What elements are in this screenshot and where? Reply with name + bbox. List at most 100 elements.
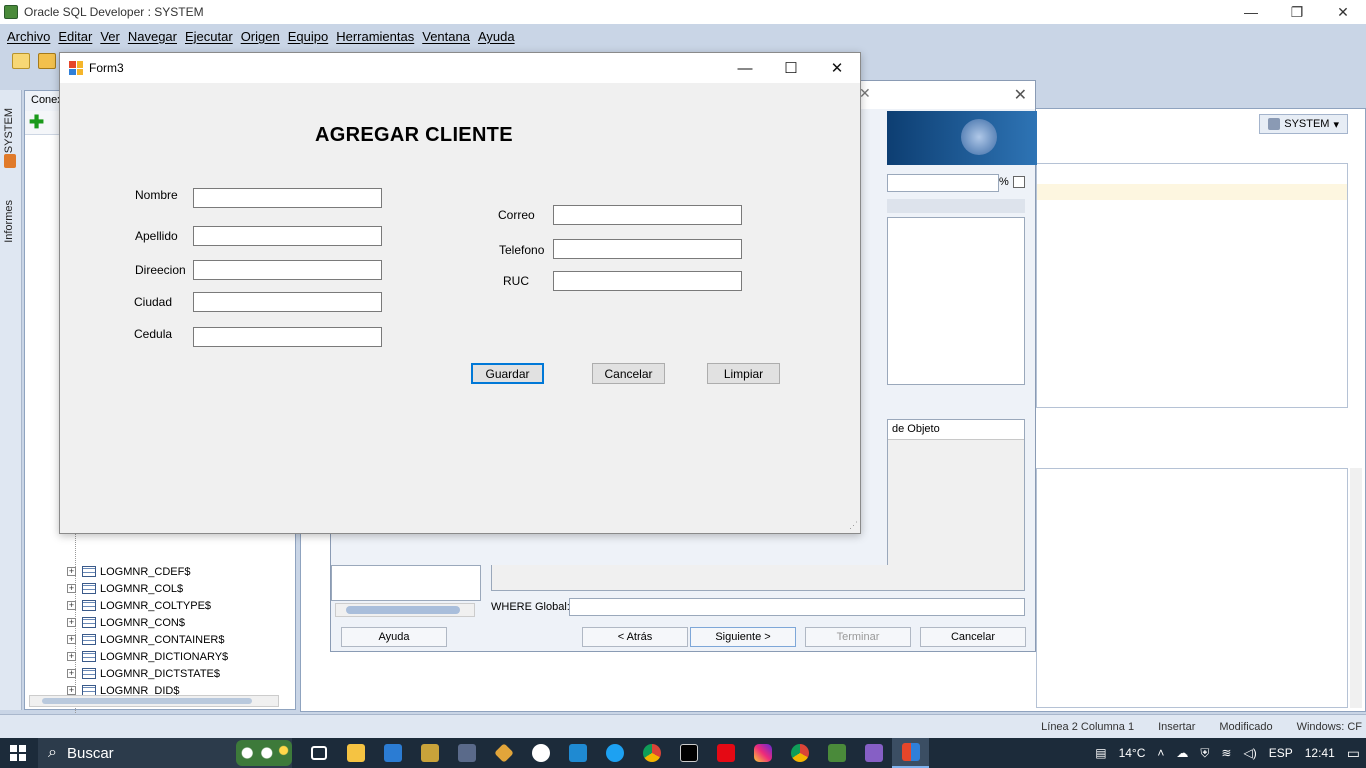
- cedula-input[interactable]: [193, 327, 382, 347]
- cancel-button[interactable]: Cancelar: [592, 363, 665, 384]
- task-view-icon[interactable]: [300, 738, 337, 768]
- clear-button[interactable]: Limpiar: [707, 363, 780, 384]
- help-button[interactable]: Ayuda: [341, 627, 447, 647]
- ruc-input[interactable]: [553, 271, 742, 291]
- tree-item[interactable]: + LOGMNR_CDEF$: [25, 563, 285, 580]
- schema-hscrollbar[interactable]: [335, 603, 475, 617]
- clock[interactable]: 12:41: [1305, 746, 1335, 760]
- expand-icon[interactable]: +: [67, 584, 76, 593]
- filter-input[interactable]: [887, 174, 999, 192]
- close-icon[interactable]: ✕: [1320, 0, 1366, 24]
- apellido-input[interactable]: [193, 226, 382, 246]
- menu-origen[interactable]: Origen: [241, 29, 280, 44]
- filter-checkbox[interactable]: [1013, 176, 1025, 188]
- menu-ejecutar[interactable]: Ejecutar: [185, 29, 233, 44]
- whatsapp-icon[interactable]: [522, 738, 559, 768]
- language-indicator[interactable]: ESP: [1269, 746, 1293, 760]
- add-connection-icon[interactable]: ✚: [29, 113, 45, 131]
- scroll-thumb[interactable]: [346, 606, 460, 614]
- close-icon[interactable]: ✕: [814, 53, 860, 83]
- news-icon[interactable]: ▤: [1095, 746, 1106, 760]
- tree-item[interactable]: + LOGMNR_CON$: [25, 614, 285, 631]
- mail-icon[interactable]: [374, 738, 411, 768]
- tree-item[interactable]: + LOGMNR_CONTAINER$: [25, 631, 285, 648]
- menu-navegar[interactable]: Navegar: [128, 29, 177, 44]
- worksheet-panel[interactable]: [1036, 163, 1348, 408]
- netflix-icon[interactable]: [707, 738, 744, 768]
- ciudad-input[interactable]: [193, 292, 382, 312]
- schema-list[interactable]: [331, 565, 481, 601]
- menu-archivo[interactable]: Archivo: [7, 29, 50, 44]
- wizard-close-icon[interactable]: ✕: [1014, 85, 1027, 105]
- minimize-icon[interactable]: —: [1228, 0, 1274, 24]
- tab-system[interactable]: SYSTEM: [3, 108, 19, 153]
- temperature[interactable]: 14°C: [1119, 746, 1146, 760]
- table-icon: [82, 651, 96, 662]
- remote-desktop-icon[interactable]: [448, 738, 485, 768]
- minimize-icon[interactable]: —: [722, 53, 768, 83]
- start-button[interactable]: [0, 738, 36, 768]
- expand-icon[interactable]: +: [67, 686, 76, 695]
- shield-icon[interactable]: ⛨: [1200, 746, 1209, 761]
- open-folder-icon[interactable]: [38, 53, 56, 69]
- menu-equipo[interactable]: Equipo: [288, 29, 328, 44]
- tree-item[interactable]: + LOGMNR_DICTSTATE$: [25, 665, 285, 682]
- new-file-icon[interactable]: [12, 53, 30, 69]
- tree-item[interactable]: + LOGMNR_COLTYPE$: [25, 597, 285, 614]
- direccion-input[interactable]: [193, 260, 382, 280]
- wizard-cancel-button[interactable]: Cancelar: [920, 627, 1026, 647]
- expand-icon[interactable]: +: [67, 652, 76, 661]
- chevron-up-icon[interactable]: ˄: [1157, 746, 1164, 760]
- maximize-icon[interactable]: ☐: [768, 53, 814, 83]
- expand-icon[interactable]: +: [67, 618, 76, 627]
- expand-icon[interactable]: +: [67, 567, 76, 576]
- wifi-icon[interactable]: ≋: [1221, 746, 1231, 760]
- terminal-icon[interactable]: [670, 738, 707, 768]
- scroll-thumb[interactable]: [42, 698, 252, 704]
- table-icon: [82, 668, 96, 679]
- tab-informes[interactable]: Informes: [3, 200, 19, 243]
- connection-selector[interactable]: SYSTEM ▾: [1259, 114, 1348, 134]
- taskbar-apps: [300, 738, 929, 768]
- chrome-icon[interactable]: [633, 738, 670, 768]
- where-global-input[interactable]: [569, 598, 1025, 616]
- menu-ver[interactable]: Ver: [100, 29, 120, 44]
- instagram-icon[interactable]: [744, 738, 781, 768]
- connections-hscrollbar[interactable]: [29, 695, 279, 707]
- menu-herramientas[interactable]: Herramientas: [336, 29, 414, 44]
- vscode-icon[interactable]: [559, 738, 596, 768]
- menu-ventana[interactable]: Ventana: [422, 29, 470, 44]
- back-button[interactable]: < Atrás: [582, 627, 688, 647]
- expand-icon[interactable]: +: [67, 601, 76, 610]
- object-tree: + LOGMNR_CDEF$ + LOGMNR_COL$ + LOGMNR_COLTY…: [25, 563, 285, 699]
- network-tool-icon[interactable]: [411, 738, 448, 768]
- menu-ayuda[interactable]: Ayuda: [478, 29, 515, 44]
- restore-icon[interactable]: ❐: [1274, 0, 1320, 24]
- menu-editar[interactable]: Editar: [58, 29, 92, 44]
- volume-icon[interactable]: ◁): [1243, 746, 1256, 760]
- expand-icon[interactable]: +: [67, 635, 76, 644]
- next-button[interactable]: Siguiente >: [690, 627, 796, 647]
- file-explorer-icon[interactable]: [337, 738, 374, 768]
- cloud-icon[interactable]: ☁: [1176, 746, 1188, 760]
- available-objects-list[interactable]: [887, 217, 1025, 385]
- tree-item[interactable]: + LOGMNR_COL$: [25, 580, 285, 597]
- telefono-input[interactable]: [553, 239, 742, 259]
- twitter-icon[interactable]: [596, 738, 633, 768]
- correo-input[interactable]: [553, 205, 742, 225]
- results-vscrollbar[interactable]: [1350, 468, 1362, 708]
- finish-button[interactable]: Terminar: [805, 627, 911, 647]
- form-app-icon[interactable]: [892, 738, 929, 768]
- sql-developer-taskbar-icon[interactable]: [818, 738, 855, 768]
- save-button[interactable]: Guardar: [471, 363, 544, 384]
- expand-icon[interactable]: +: [67, 669, 76, 678]
- visual-studio-icon[interactable]: [855, 738, 892, 768]
- tree-item-label: LOGMNR_CONTAINER$: [100, 633, 225, 646]
- resize-grip-icon[interactable]: ⋰: [849, 520, 858, 531]
- git-icon[interactable]: [485, 738, 522, 768]
- column-header-type[interactable]: de Objeto: [888, 420, 1024, 440]
- tree-item[interactable]: + LOGMNR_DICTIONARY$: [25, 648, 285, 665]
- nombre-input[interactable]: [193, 188, 382, 208]
- notifications-icon[interactable]: ▭: [1347, 745, 1360, 762]
- chrome-profile-icon[interactable]: [781, 738, 818, 768]
